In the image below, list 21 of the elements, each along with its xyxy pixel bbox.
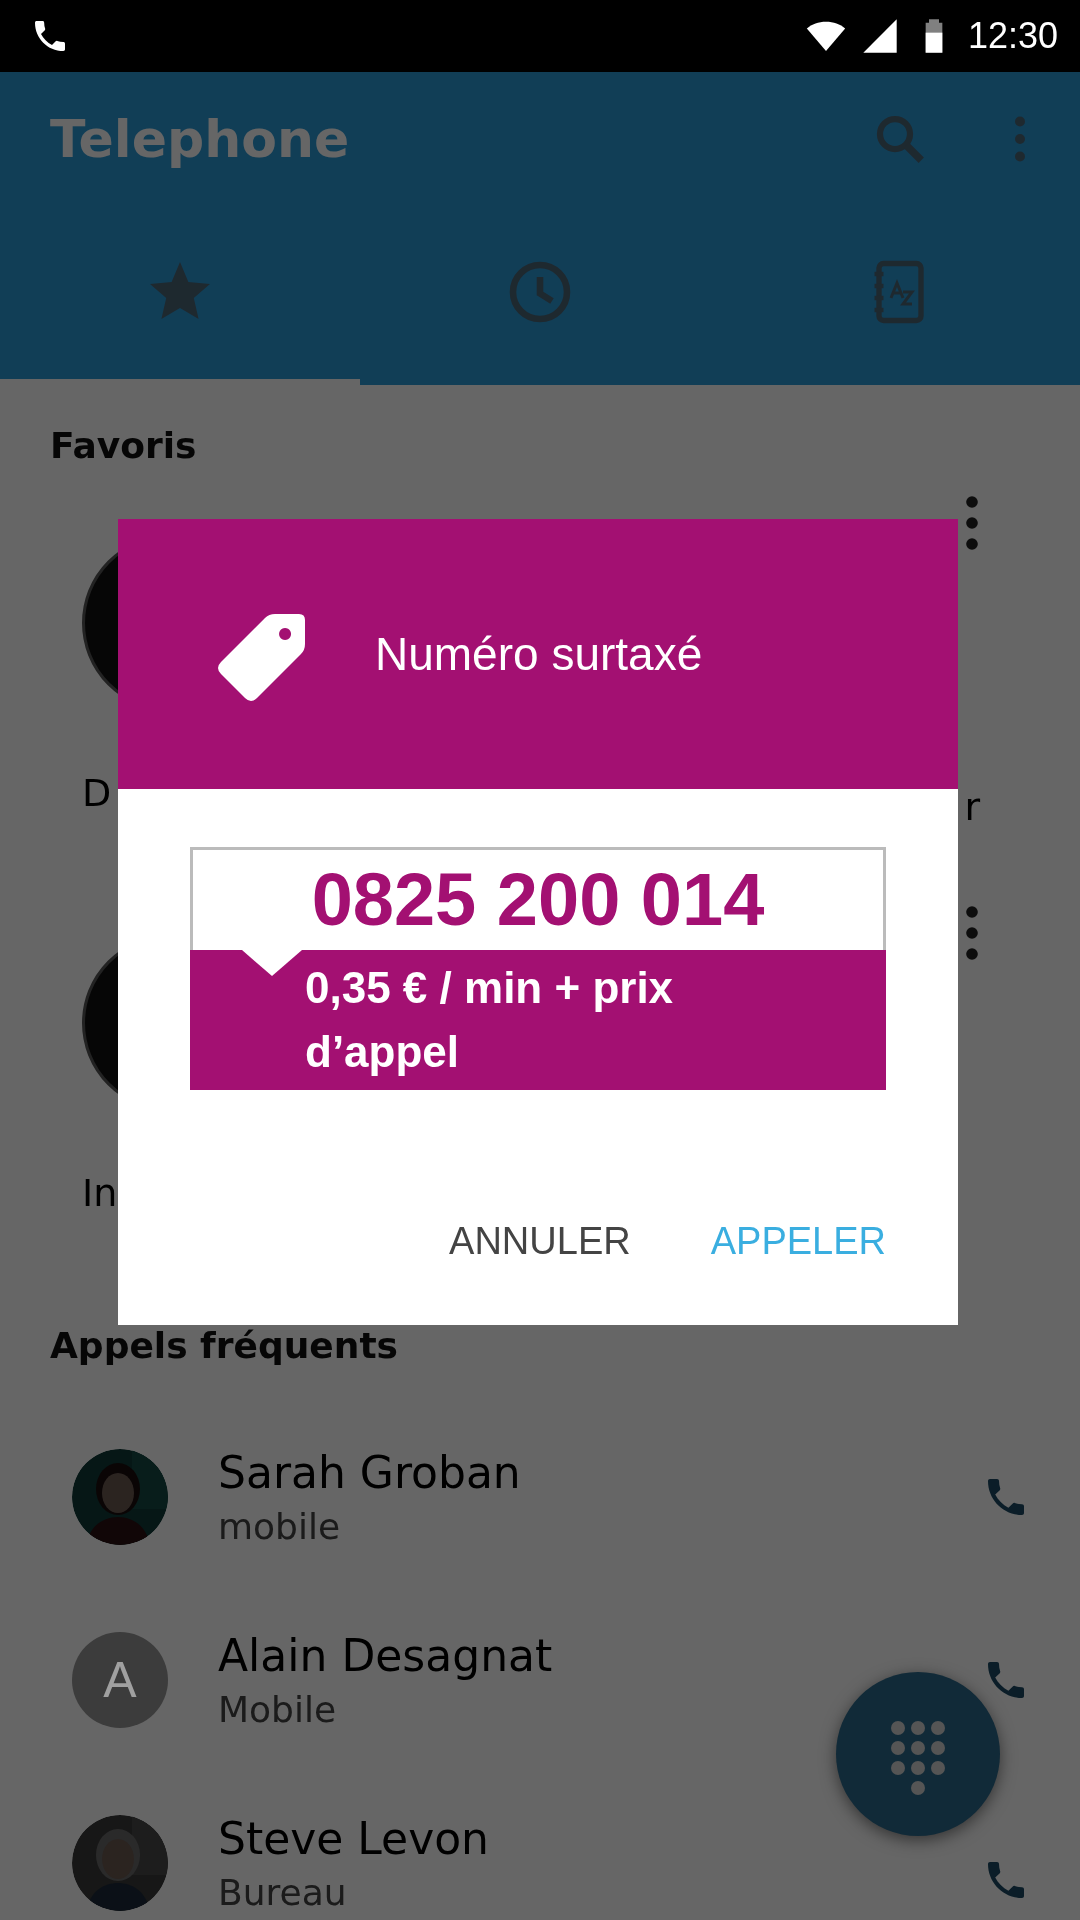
more-icon[interactable] bbox=[964, 495, 980, 551]
phone-type: mobile bbox=[218, 1505, 342, 1547]
contact-name: Sarah Groban bbox=[218, 1446, 522, 1498]
phone-type: Bureau bbox=[218, 1871, 348, 1913]
contact-name: Steve Levon bbox=[218, 1812, 490, 1864]
clock-time: 12:30 bbox=[967, 15, 1058, 57]
contact-name: Alain Desagnat bbox=[218, 1629, 554, 1681]
dialog-title: Numéro surtaxé bbox=[375, 627, 703, 681]
contact-avatar: A bbox=[72, 1631, 168, 1728]
dialpad-button[interactable] bbox=[836, 1672, 1000, 1836]
phone-number: 0825 200 014 bbox=[310, 857, 766, 943]
price-text: 0,35 € / min + prix d’appel bbox=[305, 962, 675, 1078]
more-icon[interactable] bbox=[964, 905, 980, 961]
app-title: Telephone bbox=[50, 108, 351, 169]
phone-type: Mobile bbox=[218, 1688, 338, 1730]
section-title: Favoris bbox=[49, 425, 198, 468]
dialog-button[interactable]: ANNULER bbox=[429, 1210, 651, 1273]
contact-name: D bbox=[82, 771, 112, 815]
section-title: Appels fréquents bbox=[49, 1325, 400, 1368]
contact-name: In bbox=[82, 1171, 118, 1215]
contact-name: r bbox=[964, 785, 980, 829]
